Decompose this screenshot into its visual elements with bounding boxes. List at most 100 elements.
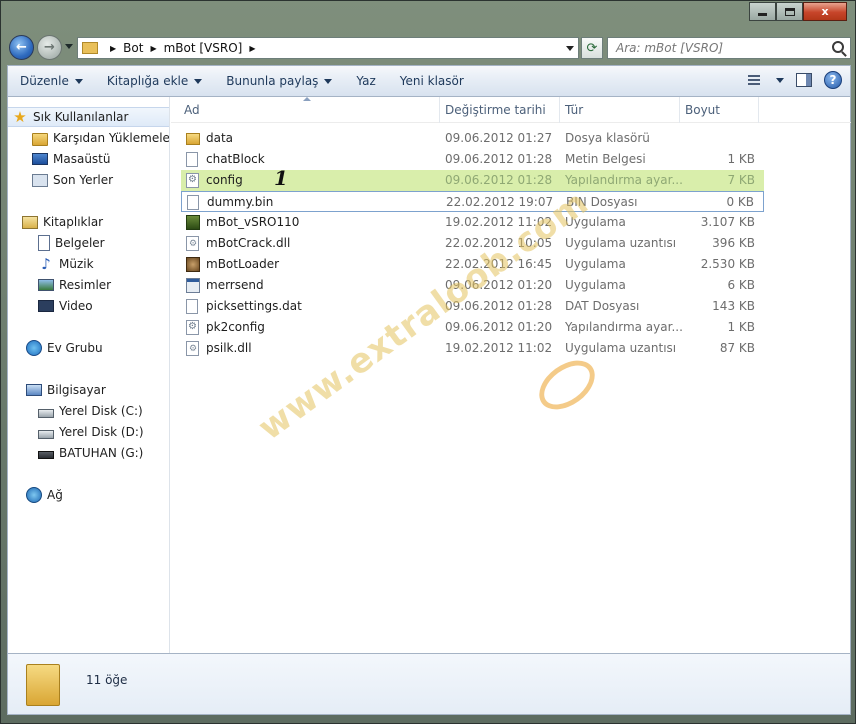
file-type: Uygulama (565, 215, 626, 229)
breadcrumb-mbot-vsro[interactable]: mBot [VSRO] (164, 41, 243, 55)
file-name: mBotLoader (206, 257, 280, 271)
file-name: psilk.dll (206, 341, 252, 355)
column-size[interactable]: Boyut (685, 103, 720, 117)
table-row[interactable]: mBotLoader 22.02.2012 16:45 Uygulama 2.5… (181, 254, 764, 275)
recent-places-icon (32, 173, 48, 187)
table-row[interactable]: picksettings.dat 09.06.2012 01:28 DAT Do… (181, 296, 764, 317)
new-folder-label: Yeni klasör (399, 74, 464, 88)
text-file-icon (186, 152, 198, 167)
add-to-library-button[interactable]: Kitaplığa ekle (95, 74, 214, 88)
file-type: Metin Belgesi (565, 152, 646, 166)
config-file-icon (186, 173, 199, 188)
sidebar-item-label: Resimler (59, 278, 112, 292)
column-divider[interactable] (559, 97, 560, 123)
file-name: pk2config (206, 320, 265, 334)
address-bar[interactable]: ▶ Bot ▶ mBot [VSRO] ▶ (77, 37, 579, 59)
minimize-icon (758, 13, 767, 16)
file-type: DAT Dosyası (565, 299, 640, 313)
sidebar-item-pictures[interactable]: Resimler (8, 275, 169, 295)
sidebar-item-favorites[interactable]: ★ Sık Kullanılanlar (8, 107, 169, 127)
file-name: mBot_vSRO110 (206, 215, 300, 229)
file-size: 396 KB (712, 236, 755, 250)
file-size: 6 KB (727, 278, 755, 292)
sidebar-item-drive-c[interactable]: Yerel Disk (C:) (8, 401, 169, 421)
table-row[interactable]: pk2config 09.06.2012 01:20 Yapılandırma … (181, 317, 764, 338)
column-type[interactable]: Tür (565, 103, 583, 117)
sidebar-item-label: Yerel Disk (D:) (59, 425, 144, 439)
table-row[interactable]: chatBlock 09.06.2012 01:28 Metin Belgesi… (181, 149, 764, 170)
recent-pages-dropdown[interactable] (65, 44, 73, 49)
sidebar-item-label: Ağ (47, 488, 63, 502)
explorer-window: x ← → ▶ Bot ▶ mBot [VSRO] ▶ ⟳ Ara: mBot … (0, 0, 856, 724)
organize-button[interactable]: Düzenle (8, 74, 95, 88)
chevron-down-icon[interactable] (776, 77, 784, 83)
sidebar-item-label: BATUHAN (G:) (59, 446, 144, 460)
sidebar-item-label: Yerel Disk (C:) (59, 404, 143, 418)
new-folder-button[interactable]: Yeni klasör (388, 74, 476, 88)
search-icon[interactable] (832, 41, 844, 53)
annotation-step-number: 1 (274, 166, 288, 190)
search-input[interactable]: Ara: mBot [VSRO] (607, 37, 851, 59)
table-row[interactable]: mBotCrack.dll 22.02.2012 10:05 Uygulama … (181, 233, 764, 254)
file-name: merrsend (206, 278, 264, 292)
chevron-right-icon[interactable]: ▶ (249, 44, 255, 53)
file-date: 09.06.2012 01:20 (445, 320, 553, 334)
homegroup-icon (26, 340, 42, 356)
preview-pane-icon[interactable] (796, 73, 812, 87)
forward-button[interactable]: → (37, 35, 62, 60)
sidebar-item-documents[interactable]: Belgeler (8, 233, 169, 253)
minimize-button[interactable] (749, 2, 776, 21)
burn-button[interactable]: Yaz (344, 74, 387, 88)
table-row[interactable]: merrsend 09.06.2012 01:20 Uygulama 6 KB (181, 275, 764, 296)
app-icon (186, 278, 200, 293)
chevron-down-icon (324, 78, 333, 84)
column-divider[interactable] (758, 97, 759, 123)
sidebar-item-label: Belgeler (55, 236, 105, 250)
sidebar-item-computer[interactable]: Bilgisayar (8, 380, 169, 400)
chevron-down-icon (194, 78, 203, 84)
sidebar-item-libraries[interactable]: Kitaplıklar (8, 212, 169, 232)
table-row[interactable]: mBot_vSRO110 19.02.2012 11:02 Uygulama 3… (181, 212, 764, 233)
video-icon (38, 300, 54, 312)
view-options-icon[interactable] (746, 72, 764, 88)
sidebar-item-drive-g[interactable]: BATUHAN (G:) (8, 443, 169, 463)
column-divider[interactable] (679, 97, 680, 123)
address-dropdown-icon[interactable] (566, 46, 574, 51)
help-icon[interactable]: ? (824, 71, 842, 89)
sidebar-item-label: Sık Kullanılanlar (33, 110, 129, 124)
close-button[interactable]: x (803, 2, 847, 21)
search-placeholder: Ara: mBot [VSRO] (616, 41, 724, 55)
table-row[interactable]: psilk.dll 19.02.2012 11:02 Uygulama uzan… (181, 338, 764, 359)
sidebar-item-downloads[interactable]: Karşıdan Yüklemeler (8, 128, 169, 148)
file-date: 09.06.2012 01:27 (445, 131, 553, 145)
sidebar-item-music[interactable]: ♪ Müzik (8, 254, 169, 274)
sidebar-item-drive-d[interactable]: Yerel Disk (D:) (8, 422, 169, 442)
refresh-button[interactable]: ⟳ (581, 37, 603, 59)
loader-app-icon (186, 257, 200, 272)
file-date: 22.02.2012 19:07 (446, 195, 554, 209)
back-button[interactable]: ← (9, 35, 34, 60)
chevron-right-icon[interactable]: ▶ (110, 44, 116, 53)
maximize-button[interactable] (776, 2, 803, 21)
sidebar-item-desktop[interactable]: Masaüstü (8, 149, 169, 169)
share-with-button[interactable]: Bununla paylaş (214, 74, 344, 88)
file-type: Yapılandırma ayar... (565, 320, 683, 334)
sidebar-item-recent-places[interactable]: Son Yerler (8, 170, 169, 190)
burn-label: Yaz (356, 74, 376, 88)
chevron-right-icon[interactable]: ▶ (150, 44, 156, 53)
table-row[interactable]: data 09.06.2012 01:27 Dosya klasörü (181, 128, 764, 149)
sidebar-item-network[interactable]: Ağ (8, 485, 169, 505)
arrow-left-icon: ← (16, 40, 27, 55)
refresh-icon: ⟳ (586, 40, 598, 56)
sidebar-item-videos[interactable]: Video (8, 296, 169, 316)
file-date: 09.06.2012 01:20 (445, 278, 553, 292)
sidebar-item-label: Son Yerler (53, 173, 114, 187)
sidebar-item-homegroup[interactable]: Ev Grubu (8, 338, 169, 358)
table-row-config[interactable]: config 09.06.2012 01:28 Yapılandırma aya… (181, 170, 764, 191)
file-size: 143 KB (712, 299, 755, 313)
column-date[interactable]: Değiştirme tarihi (445, 103, 546, 117)
column-name[interactable]: Ad (184, 103, 200, 117)
column-divider[interactable] (439, 97, 440, 123)
table-row-focused[interactable]: dummy.bin 22.02.2012 19:07 BIN Dosyası 0… (181, 191, 764, 212)
breadcrumb-bot[interactable]: Bot (123, 41, 143, 55)
